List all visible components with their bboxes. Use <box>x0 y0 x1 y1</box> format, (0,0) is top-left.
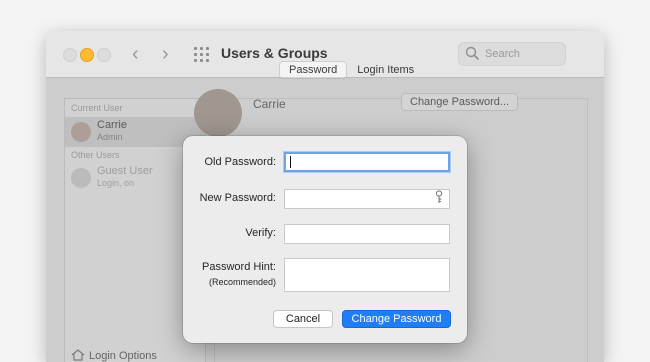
password-hint-sublabel: (Recommended) <box>208 277 276 287</box>
password-hint-label: Password Hint: <box>202 261 276 273</box>
change-password-confirm-button[interactable]: Change Password <box>342 310 451 328</box>
new-password-field[interactable] <box>284 189 450 209</box>
show-all-grid-icon[interactable] <box>194 47 209 62</box>
password-assistant-key-icon[interactable] <box>433 190 445 204</box>
old-password-label: Old Password: <box>204 156 276 168</box>
text-caret <box>290 156 291 168</box>
cancel-button[interactable]: Cancel <box>273 310 333 328</box>
zoom-window-button[interactable] <box>97 48 111 62</box>
close-window-button[interactable] <box>63 48 77 62</box>
change-password-dialog: Old Password: New Password: Verify: Pass… <box>183 136 467 343</box>
minimize-window-button[interactable] <box>80 48 94 62</box>
search-placeholder: Search <box>485 48 520 60</box>
tab-bar: Password Login Items <box>279 60 423 79</box>
window-title: Users & Groups <box>221 45 328 61</box>
search-icon <box>465 46 479 60</box>
search-field[interactable]: Search <box>458 42 566 66</box>
password-hint-field[interactable] <box>284 258 450 292</box>
verify-label: Verify: <box>245 227 276 239</box>
new-password-label: New Password: <box>199 192 276 204</box>
tab-login-items[interactable]: Login Items <box>348 62 423 78</box>
verify-password-field[interactable] <box>284 224 450 244</box>
back-arrow-icon[interactable]: ‹ <box>132 43 139 66</box>
forward-arrow-icon[interactable]: › <box>162 43 169 66</box>
old-password-field[interactable] <box>284 152 450 172</box>
